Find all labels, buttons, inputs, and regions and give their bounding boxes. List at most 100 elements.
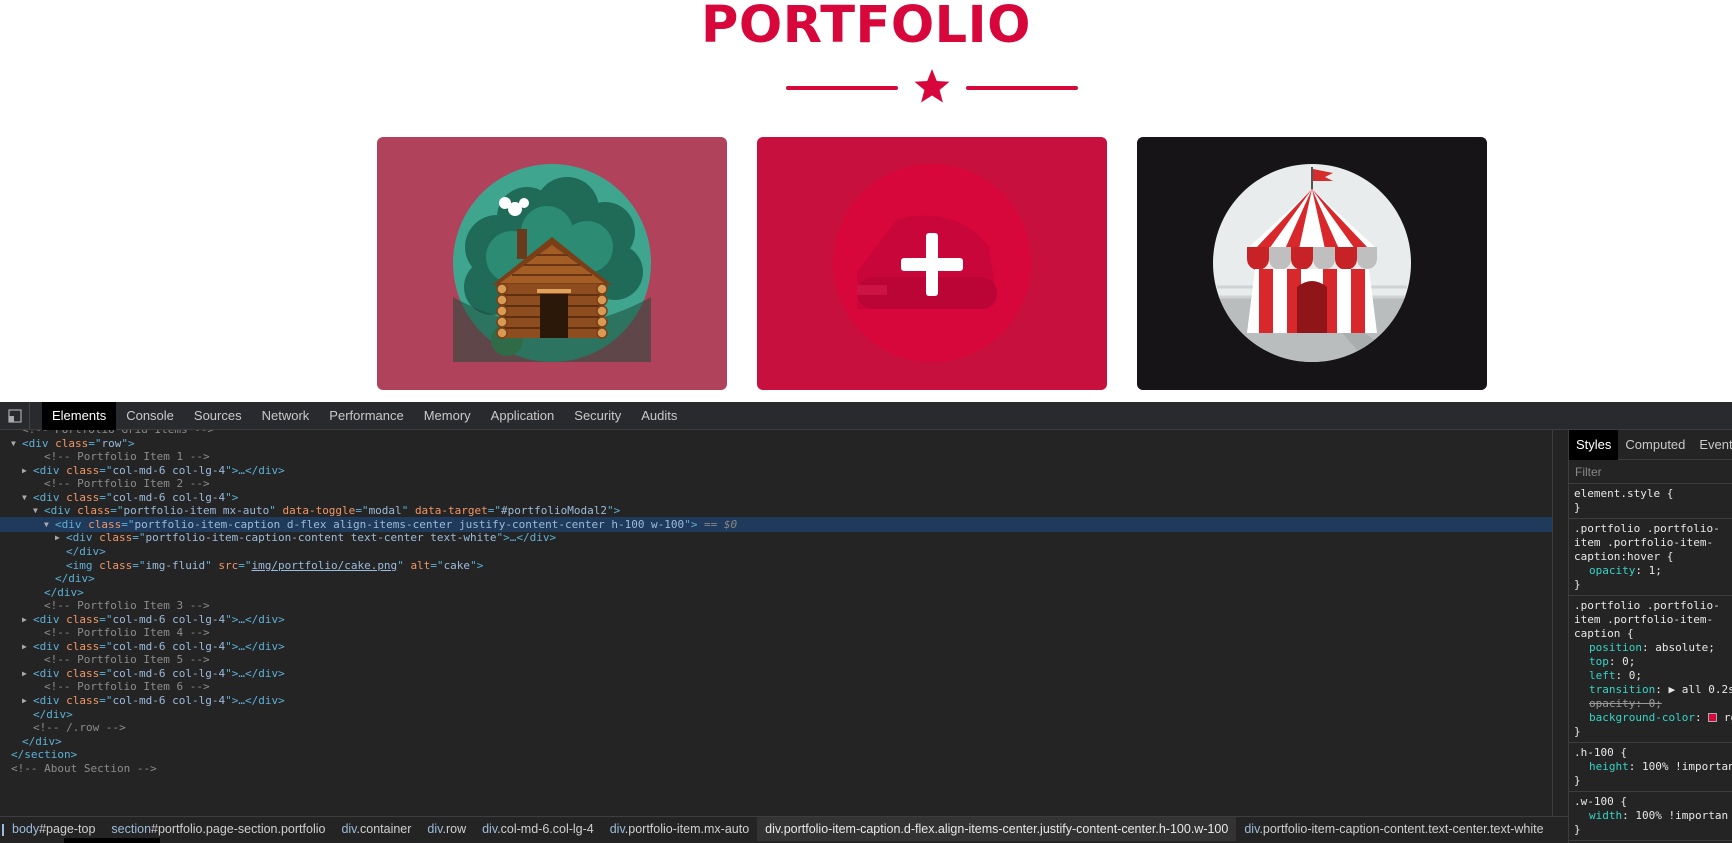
- tag-close: >…</div>: [231, 694, 285, 707]
- tag-name: div: [50, 504, 71, 518]
- attr-value: portfolio-item mx-auto: [123, 504, 270, 518]
- dom-breadcrumb: body#page-top section#portfolio.page-sect…: [0, 816, 1568, 843]
- closing-tag: </div>: [55, 572, 95, 586]
- css-rule[interactable]: .h-100 {height: 100% !importan}: [1569, 743, 1732, 792]
- styles-tab-computed[interactable]: Computed: [1618, 430, 1692, 460]
- tag-open: <: [33, 639, 40, 653]
- breadcrumb-div[interactable]: div.row: [419, 817, 474, 841]
- tab-security[interactable]: Security: [564, 402, 631, 430]
- styles-tab-styles[interactable]: Styles: [1569, 430, 1619, 460]
- portfolio-item-cabin[interactable]: [377, 137, 727, 390]
- css-selector: element.style {: [1574, 487, 1674, 500]
- css-prop-value: 100% !importan: [1642, 760, 1732, 773]
- attr-value: col-md-6 col-lg-4: [112, 694, 226, 707]
- tab-memory[interactable]: Memory: [414, 402, 481, 430]
- attr-name: class: [55, 436, 89, 450]
- attr-link[interactable]: img/portfolio/cake.png: [251, 559, 397, 572]
- tab-performance[interactable]: Performance: [319, 402, 413, 430]
- attr-name: class: [77, 504, 111, 518]
- styles-filter-input[interactable]: Filter: [1569, 460, 1732, 484]
- breadcrumb-div[interactable]: div.portfolio-item.mx-auto: [602, 817, 757, 841]
- css-property[interactable]: height: 100% !importan: [1574, 760, 1732, 774]
- breadcrumb-div[interactable]: div.portfolio-item-caption-content.text-…: [1236, 817, 1551, 841]
- css-prop-value: 0;: [1628, 669, 1642, 682]
- device-toolbar-icon[interactable]: [0, 401, 30, 430]
- log-cabin-illustration: [453, 164, 651, 362]
- breadcrumb-div[interactable]: div.col-md-6.col-lg-4: [474, 817, 602, 841]
- attr-value: col-md-6 col-lg-4: [112, 639, 226, 653]
- tab-console[interactable]: Console: [116, 402, 184, 430]
- css-prop-name: transition: [1589, 683, 1656, 696]
- star-icon: [914, 69, 950, 103]
- portfolio-item-circus[interactable]: [1137, 137, 1487, 390]
- css-rule[interactable]: .portfolio .portfolio- item .portfolio-i…: [1569, 519, 1732, 596]
- styles-tab-event[interactable]: Event: [1692, 430, 1732, 460]
- css-selector: .w-100 {: [1574, 795, 1627, 808]
- tag-open: <: [55, 517, 62, 531]
- css-property[interactable]: top: 0;: [1574, 655, 1727, 669]
- css-prop-value: rg: [1723, 711, 1732, 724]
- tag-name: div: [39, 490, 60, 504]
- attr-name: class: [88, 517, 122, 531]
- html-comment: <!-- /.row -->: [33, 721, 126, 735]
- plus-icon[interactable]: [757, 137, 1107, 390]
- attr-name: class: [66, 694, 100, 707]
- breadcrumb-div[interactable]: div.portfolio-item-caption.d-flex.align-…: [757, 817, 1237, 841]
- attr-value: row: [101, 436, 122, 450]
- attr-value: col-md-6 col-lg-4: [112, 490, 226, 504]
- tag-close: >…</div>: [231, 612, 285, 626]
- dom-tree-line[interactable]: <!-- About Section -->: [0, 761, 1552, 776]
- divider-line-right: [966, 86, 1078, 90]
- elements-dom-tree[interactable]: <!-- Portfolio Grid Items -->▼<div class…: [0, 430, 1553, 816]
- html-comment: <!-- Portfolio Item 3 -->: [44, 599, 210, 613]
- css-property[interactable]: background-color: rg: [1574, 711, 1732, 725]
- tab-audits[interactable]: Audits: [631, 402, 687, 430]
- tag-open: <: [66, 531, 73, 545]
- portfolio-item-cake[interactable]: [757, 137, 1107, 390]
- html-comment: <!-- Portfolio Item 4 -->: [44, 626, 210, 640]
- attr-value: #portfolioModal2: [501, 504, 608, 518]
- attr-value: col-md-6 col-lg-4: [112, 612, 226, 626]
- attr-name: alt: [410, 558, 431, 572]
- scroll-indicator: [64, 838, 160, 843]
- tab-elements[interactable]: Elements: [42, 401, 117, 430]
- closing-tag: </div>: [66, 544, 106, 558]
- attr-name: class: [99, 531, 133, 545]
- tag-open: <: [44, 504, 51, 518]
- css-rule[interactable]: element.style {}: [1569, 484, 1732, 519]
- attr-value: col-md-6 col-lg-4: [112, 666, 226, 680]
- tag-name: div: [28, 436, 49, 450]
- css-prop-value: absolute;: [1655, 641, 1715, 654]
- color-swatch-icon[interactable]: [1708, 713, 1718, 722]
- webpage-viewport: PORTFOLIO: [0, 0, 1732, 402]
- console-ref: == $0: [697, 517, 738, 531]
- css-property[interactable]: position: absolute;: [1574, 641, 1727, 655]
- tab-sources[interactable]: Sources: [184, 402, 252, 430]
- css-rule[interactable]: .portfolio .portfolio- item .portfolio-i…: [1569, 596, 1732, 743]
- tag-open: <: [33, 490, 40, 504]
- closing-tag: </section>: [11, 748, 78, 762]
- css-property[interactable]: opacity: 1;: [1574, 564, 1727, 578]
- tag-open: <: [33, 612, 40, 626]
- css-property[interactable]: opacity: 0;: [1574, 697, 1727, 711]
- tab-application[interactable]: Application: [481, 402, 565, 430]
- css-rule[interactable]: .w-100 {width: 100% !importan}: [1569, 792, 1732, 841]
- css-property[interactable]: width: 100% !importan: [1574, 809, 1728, 823]
- attr-name: class: [66, 639, 100, 653]
- css-property[interactable]: transition: ▶ all 0.2s: [1574, 683, 1732, 697]
- css-property[interactable]: left: 0;: [1574, 669, 1727, 683]
- breadcrumb-div[interactable]: div.container: [333, 817, 419, 841]
- css-prop-value: 0;: [1648, 697, 1662, 710]
- html-comment: <!-- About Section -->: [11, 761, 157, 775]
- html-comment: <!-- Portfolio Item 1 -->: [44, 450, 210, 464]
- tab-network[interactable]: Network: [252, 402, 320, 430]
- circus-tent-illustration: [1213, 164, 1411, 362]
- attr-value: portfolio-item-caption d-flex align-item…: [134, 517, 685, 531]
- styles-sidebar: Styles Computed Event Filter element.style…: [1568, 430, 1732, 843]
- css-prop-value: 0;: [1622, 655, 1636, 668]
- html-comment: <!-- Portfolio Item 5 -->: [44, 653, 210, 667]
- attr-value: img-fluid: [145, 558, 206, 572]
- attr-value: cake: [443, 558, 471, 572]
- tag-close: >…</div>: [503, 531, 557, 545]
- attr-name: src: [218, 558, 239, 572]
